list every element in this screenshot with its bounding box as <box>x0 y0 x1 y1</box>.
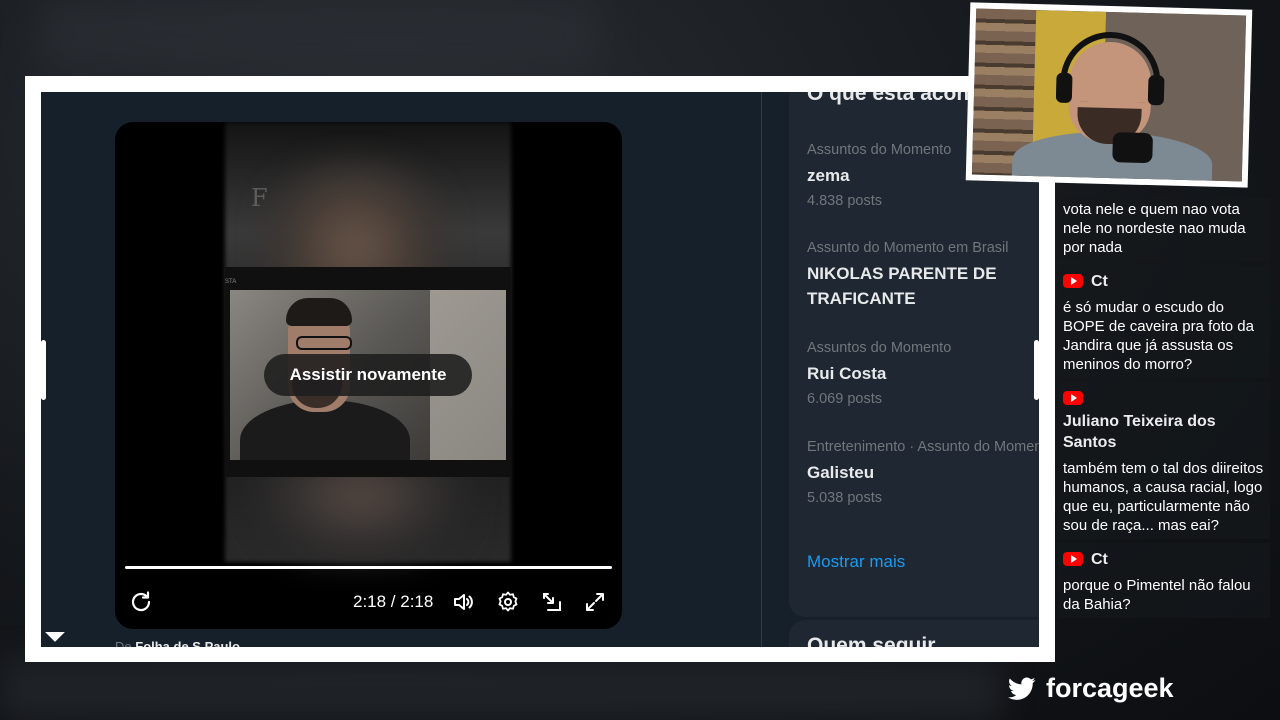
replay-icon[interactable] <box>129 590 153 614</box>
picture-in-picture-icon[interactable] <box>540 590 564 614</box>
channel-name: forcageek <box>1046 673 1174 703</box>
chat-message: vota nele e quem nao vota nele no nordes… <box>1058 198 1270 261</box>
trend-item[interactable]: Entretenimento · Assunto do Momento Gali… <box>807 439 1039 506</box>
chat-message-text: é só mudar o escudo do BOPE de caveira p… <box>1063 299 1254 373</box>
webcam-frame <box>965 2 1253 188</box>
headset-ear-left <box>1055 72 1073 104</box>
chat-message: Ct é só mudar o escudo do BOPE de caveir… <box>1058 265 1270 378</box>
trend-count: 6.069 posts <box>807 391 882 407</box>
trend-count: 4.838 posts <box>807 193 882 209</box>
show-more-link[interactable]: Mostrar mais <box>807 552 905 572</box>
trend-item[interactable]: Assunto do Momento em Brasil NIKOLAS PAR… <box>807 240 1039 311</box>
youtube-icon <box>1063 274 1083 288</box>
video-person-glasses <box>296 336 352 350</box>
replay-label: Assistir novamente <box>289 365 447 384</box>
youtube-icon <box>1063 552 1083 566</box>
volume-icon[interactable] <box>452 590 476 614</box>
stream-frame: F STA Assistir novamente 2:18 / 2:18 De … <box>25 76 1055 662</box>
microphone-icon <box>1112 132 1154 164</box>
video-time: 2:18 / 2:18 <box>353 592 434 611</box>
trend-count: 5.038 posts <box>807 490 882 506</box>
background-blur-top <box>40 0 600 70</box>
chat-message-text: também tem o tal dos diireitos humanos, … <box>1063 460 1264 534</box>
chat-author-name: Juliano Teixeira dos Santos <box>1063 413 1216 451</box>
trend-category: Entretenimento · Assunto do Momento <box>807 439 1039 455</box>
byline-prefix: De <box>115 639 132 647</box>
trend-name: Galisteu <box>807 463 875 482</box>
background-blur-bottom <box>0 660 1000 720</box>
trend-name: Rui Costa <box>807 364 887 383</box>
chat-author-name: Ct <box>1091 551 1108 568</box>
video-person-hair <box>286 298 352 326</box>
channel-brand: forcageek <box>1008 673 1174 704</box>
youtube-icon <box>1063 391 1083 405</box>
trend-item[interactable]: Assuntos do Momento Rui Costa 6.069 post… <box>807 340 1039 407</box>
frame-handle-left <box>41 340 46 400</box>
video-watermark: F <box>251 184 268 212</box>
headset-ear-right <box>1147 75 1165 106</box>
twitter-bird-icon <box>1008 677 1036 700</box>
chat-author: Juliano Teixeira dos Santos <box>1063 388 1264 453</box>
twitter-screen: F STA Assistir novamente 2:18 / 2:18 De … <box>41 92 1039 647</box>
chat-message-text: vota nele e quem nao vota nele no nordes… <box>1063 201 1246 256</box>
frame-handle-right <box>1034 340 1039 400</box>
progress-bar[interactable] <box>125 566 612 569</box>
chat-message-text: porque o Pimentel não falou da Bahia? <box>1063 577 1251 613</box>
video-byline: De Folha de S.Paulo <box>115 639 240 647</box>
who-to-follow-heading: Quem seguir <box>807 634 936 647</box>
trend-category: Assunto do Momento em Brasil <box>807 240 1009 256</box>
webcam-feed <box>971 8 1247 182</box>
live-chat: vota nele e quem nao vota nele no nordes… <box>1058 198 1270 622</box>
chat-message: Ct porque o Pimentel não falou da Bahia? <box>1058 543 1270 618</box>
who-to-follow-panel: Quem seguir <box>789 620 1039 647</box>
chat-author-name: Ct <box>1091 273 1108 290</box>
trend-category: Assuntos do Momento <box>807 340 952 356</box>
chat-author: Ct <box>1063 549 1264 570</box>
video-player[interactable]: F STA Assistir novamente 2:18 / 2:18 <box>115 122 622 629</box>
settings-gear-icon[interactable] <box>496 590 520 614</box>
video-band-label: STA <box>225 279 237 285</box>
fullscreen-icon[interactable] <box>583 590 607 614</box>
chat-message: Juliano Teixeira dos Santos também tem o… <box>1058 382 1270 539</box>
column-divider <box>761 92 762 647</box>
trend-name: NIKOLAS PARENTE DE TRAFICANTE <box>807 264 997 308</box>
byline-source[interactable]: Folha de S.Paulo <box>135 639 240 647</box>
chat-author: Ct <box>1063 271 1264 292</box>
replay-button[interactable]: Assistir novamente <box>264 354 472 396</box>
video-controls: 2:18 / 2:18 <box>115 582 622 622</box>
